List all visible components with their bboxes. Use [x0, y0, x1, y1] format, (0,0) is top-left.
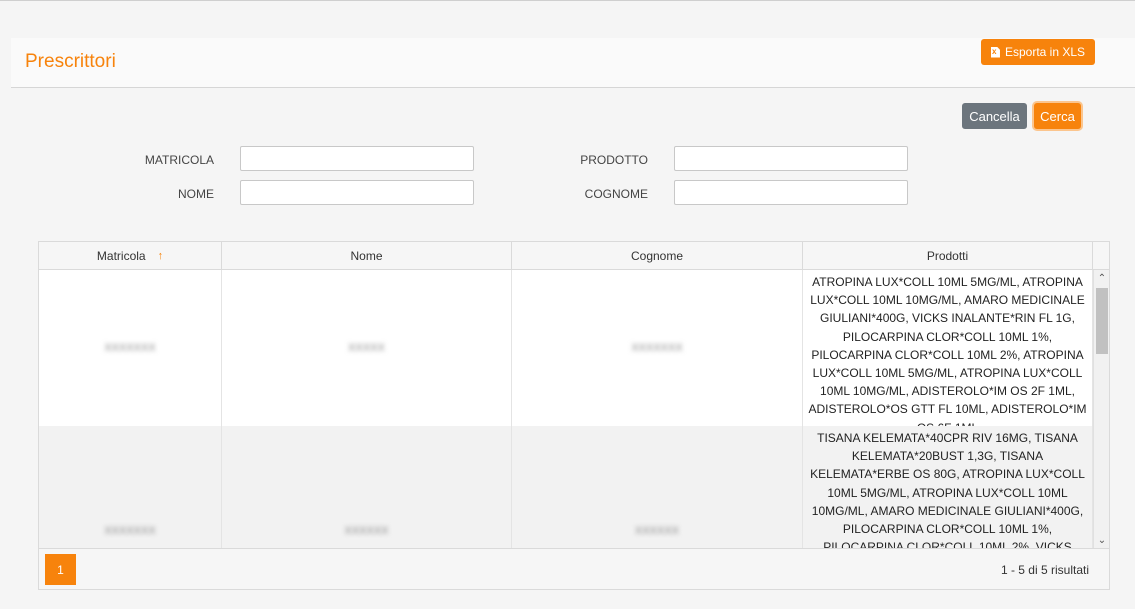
nome-input[interactable]	[240, 180, 474, 205]
cognome-cell: XXXXXXX	[631, 342, 683, 354]
matricola-input[interactable]	[240, 146, 474, 171]
column-header-matricola[interactable]: Matricola ↑	[39, 242, 222, 270]
export-xls-label: Esporta in XLS	[1004, 45, 1086, 59]
pager-info: 1 - 5 di 5 risultati	[1000, 563, 1089, 577]
top-divider	[0, 0, 1135, 1]
page-button-current[interactable]: 1	[45, 554, 76, 585]
page-header: Prescrittori Esporta in XLS	[11, 38, 1135, 88]
page-title: Prescrittori	[25, 51, 116, 72]
nome-label: NOME	[178, 187, 214, 201]
matricola-cell: XXXXXXX	[104, 525, 156, 537]
cancel-button[interactable]: Cancella	[962, 103, 1027, 129]
grid-header: Matricola ↑ Nome Cognome Prodotti	[39, 242, 1109, 270]
cognome-cell: XXXXXX	[634, 525, 680, 537]
column-header-cognome[interactable]: Cognome	[512, 242, 803, 270]
grid-body[interactable]: XXXXXXX XXXXX XXXXXXX ATROPINA LUX*COLL …	[39, 270, 1093, 548]
grid-scrollbar[interactable]: ⌃ ⌄	[1093, 270, 1109, 548]
column-header-prodotti[interactable]: Prodotti	[803, 242, 1093, 270]
prodotti-cell: ATROPINA LUX*COLL 10ML 5MG/ML, ATROPINA …	[803, 270, 1093, 435]
file-excel-icon	[990, 46, 1000, 58]
prodotto-label: PRODOTTO	[580, 153, 648, 167]
column-header-nome[interactable]: Nome	[222, 242, 512, 270]
cognome-label: COGNOME	[584, 187, 648, 201]
matricola-label: MATRICOLA	[144, 153, 214, 167]
nome-cell: XXXXX	[348, 342, 385, 354]
sort-ascending-icon: ↑	[157, 250, 164, 262]
prodotto-input[interactable]	[674, 146, 908, 171]
grid-pager: 1 1 - 5 di 5 risultati	[39, 548, 1109, 589]
matricola-cell: XXXXXXX	[104, 342, 156, 354]
table-row[interactable]: XXXXXXX XXXXX XXXXXXX ATROPINA LUX*COLL …	[39, 270, 1093, 435]
search-button[interactable]: Cerca	[1034, 103, 1081, 129]
prescrittori-grid: Matricola ↑ Nome Cognome Prodotti XXXXXX…	[38, 241, 1110, 590]
scrollbar-thumb[interactable]	[1096, 288, 1108, 354]
table-row[interactable]: XXXXXXX XXXXXX XXXXXX TISANA KELEMATA*40…	[39, 426, 1093, 548]
nome-cell: XXXXXX	[344, 525, 389, 537]
scroll-down-icon[interactable]: ⌄	[1094, 533, 1110, 547]
prodotti-cell: TISANA KELEMATA*40CPR RIV 16MG, TISANA K…	[803, 426, 1093, 548]
cognome-input[interactable]	[674, 180, 908, 205]
scroll-up-icon[interactable]: ⌃	[1094, 271, 1110, 285]
export-xls-button[interactable]: Esporta in XLS	[981, 39, 1095, 65]
